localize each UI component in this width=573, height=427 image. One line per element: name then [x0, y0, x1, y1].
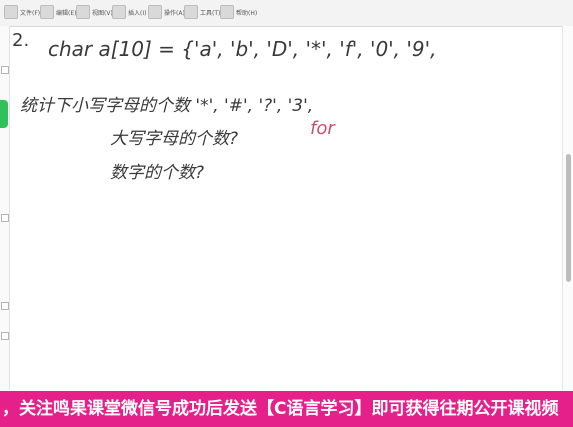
- toolbar-label: 操作(A): [164, 9, 185, 17]
- toolbar-label: 工具(T): [200, 9, 221, 17]
- edit-icon: [40, 5, 54, 19]
- toolbar-label: 帮助(H): [236, 9, 258, 17]
- bullet-mark: 2.: [12, 30, 29, 51]
- question-line-3: 数字的个数?: [110, 163, 204, 183]
- left-rail: [0, 26, 10, 390]
- rail-marker[interactable]: [1, 302, 9, 310]
- toolbar: 文件(F) 编辑(E) 视图(V) 插入(I) 操作(A) 工具(T) 帮助(H…: [0, 0, 573, 27]
- whiteboard-canvas[interactable]: 2. char a[10] = {'a', 'b', 'D', '*', 'f'…: [10, 26, 558, 390]
- toolbar-item-tools[interactable]: 工具(T): [184, 4, 220, 20]
- toolbar-item-edit[interactable]: 编辑(E): [40, 4, 76, 20]
- toolbar-item-view[interactable]: 视图(V): [76, 4, 113, 20]
- toolbar-label: 插入(I): [128, 9, 147, 17]
- rail-marker[interactable]: [1, 66, 9, 74]
- file-icon: [4, 5, 18, 19]
- actions-icon: [148, 5, 162, 19]
- for-note: for: [310, 118, 336, 139]
- toolbar-item-file[interactable]: 文件(F): [4, 4, 40, 20]
- tools-icon: [184, 5, 198, 19]
- side-tab[interactable]: [0, 100, 8, 128]
- promo-banner-text: ，关注鸣果课堂微信号成功后发送【C语言学习】即可获得往期公开课视频: [2, 399, 559, 419]
- promo-banner: ，关注鸣果课堂微信号成功后发送【C语言学习】即可获得往期公开课视频: [0, 391, 573, 427]
- toolbar-label: 视图(V): [92, 9, 113, 17]
- toolbar-label: 文件(F): [20, 9, 41, 17]
- code-line-1: char a[10] = {'a', 'b', 'D', '*', 'f', '…: [48, 37, 436, 61]
- rail-marker[interactable]: [1, 332, 9, 340]
- question-line-2: 大写字母的个数?: [110, 129, 238, 149]
- question-line-1: 统计下小写字母的个数 '*', '#', '?', '3',: [20, 96, 313, 116]
- toolbar-item-help[interactable]: 帮助(H): [220, 4, 257, 20]
- toolbar-item-actions[interactable]: 操作(A): [148, 4, 185, 20]
- help-icon: [220, 5, 234, 19]
- handwriting-layer: 2. char a[10] = {'a', 'b', 'D', '*', 'f'…: [12, 30, 436, 183]
- toolbar-item-insert[interactable]: 插入(I): [112, 4, 146, 20]
- toolbar-label: 编辑(E): [56, 9, 77, 17]
- scrollbar-thumb[interactable]: [566, 154, 571, 282]
- rail-marker[interactable]: [1, 214, 9, 222]
- view-icon: [76, 5, 90, 19]
- insert-icon: [112, 5, 126, 19]
- vertical-scrollbar[interactable]: [562, 26, 573, 390]
